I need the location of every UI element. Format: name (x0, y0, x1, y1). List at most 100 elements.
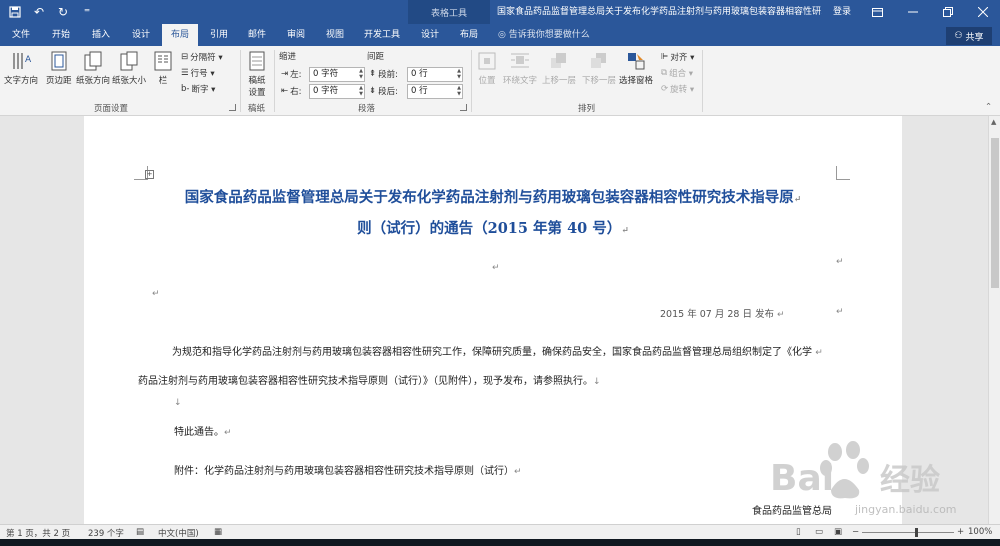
draft-paper-label: 稿纸 (248, 76, 266, 86)
text-direction-button[interactable]: A 文字方向 (4, 50, 38, 86)
spacing-after-input[interactable]: 0 行 ▲ ▼ (407, 84, 463, 99)
line-numbers-button[interactable]: ☰ 行号 ▾ (181, 67, 215, 79)
indent-right-input[interactable]: 0 字符 ▲ ▼ (309, 84, 365, 99)
group-separator (274, 50, 275, 112)
empty-paragraph[interactable]: ↵ (836, 306, 844, 317)
margins-button[interactable]: 页边距 (46, 50, 72, 86)
spacing-after-text: 段后: (378, 87, 398, 97)
macro-icon[interactable]: ▦ (214, 527, 222, 537)
paper-size-icon (120, 51, 138, 71)
web-layout-icon[interactable]: ▣ (834, 527, 842, 537)
spin-arrows-icon[interactable]: ▲ ▼ (359, 68, 363, 80)
group-objects-button[interactable]: ⧉ 组合 ▾ (661, 67, 693, 79)
minimize-icon[interactable] (895, 0, 930, 24)
align-button[interactable]: ⊫ 对齐 ▾ (661, 51, 694, 63)
customize-qat-icon[interactable]: ⁼ (78, 3, 96, 21)
indent-right-label: ⇤ 右: (281, 85, 302, 97)
tab-table-design[interactable]: 设计 (413, 24, 447, 46)
print-layout-icon[interactable]: ▭ (815, 527, 823, 537)
publish-date[interactable]: 2015 年 07 月 28 日 发布 ↵ (660, 306, 785, 320)
watermark-brand-cn: 经验 (880, 463, 940, 498)
spin-arrows-icon[interactable]: ▲ ▼ (457, 85, 461, 97)
vertical-scrollbar[interactable]: ▲ (988, 116, 1000, 524)
tab-home[interactable]: 开始 (44, 24, 78, 46)
paragraph-launcher-icon[interactable] (460, 104, 467, 111)
breaks-button[interactable]: ⊟ 分隔符 ▾ (181, 51, 223, 63)
rotate-button[interactable]: ⟳ 旋转 ▾ (661, 83, 694, 95)
lightbulb-icon: ◎ (498, 30, 506, 40)
share-button[interactable]: ⚇ 共享 (946, 27, 992, 45)
empty-paragraph[interactable]: ↵ (152, 288, 160, 299)
columns-label: 栏 (158, 76, 168, 86)
zoom-slider[interactable] (862, 532, 954, 533)
orientation-icon (84, 51, 102, 71)
proofing-icon[interactable]: ▤ (136, 527, 144, 537)
bring-forward-button[interactable]: 上移一层 (542, 50, 576, 86)
restore-icon[interactable] (930, 0, 965, 24)
tab-references[interactable]: 引用 (202, 24, 236, 46)
draft-paper-icon (249, 51, 265, 71)
page-setup-launcher-icon[interactable] (229, 104, 236, 111)
empty-paragraph[interactable]: ↵ (492, 262, 500, 273)
line-break[interactable]: ↓ (174, 397, 182, 408)
ribbon-display-options-icon[interactable] (860, 0, 895, 24)
crop-mark (836, 166, 850, 180)
group-label: 组合 ▾ (669, 69, 694, 79)
save-icon[interactable] (6, 3, 24, 21)
collapse-ribbon-icon[interactable]: ⌃ (985, 102, 992, 112)
empty-paragraph[interactable]: ↵ (836, 256, 844, 267)
columns-button[interactable]: 栏 (152, 50, 174, 86)
zoom-out-icon[interactable]: − (852, 527, 859, 537)
breaks-icon: ⊟ (181, 52, 189, 62)
ribbon-tab-row: 文件 开始 插入 设计 布局 引用 邮件 审阅 视图 开发工具 设计 布局 ◎ … (0, 24, 1000, 46)
tell-me-box[interactable]: ◎ 告诉我你想要做什么 (498, 24, 590, 46)
table-move-handle-icon[interactable]: + (145, 170, 154, 179)
scrollbar-thumb[interactable] (991, 138, 999, 288)
draft-paper-button[interactable]: 稿纸 设置 (246, 50, 268, 98)
notice-paragraph[interactable]: 特此通告。↵ (174, 423, 232, 438)
page-count[interactable]: 第 1 页，共 2 页 (6, 527, 70, 539)
zoom-in-icon[interactable]: + (957, 527, 964, 537)
zoom-level[interactable]: 100% (968, 527, 992, 537)
tab-view[interactable]: 视图 (318, 24, 352, 46)
read-mode-icon[interactable]: ▯ (796, 527, 801, 537)
tab-design[interactable]: 设计 (124, 24, 158, 46)
size-button[interactable]: 纸张大小 (112, 50, 146, 86)
wrap-text-button[interactable]: 环绕文字 (503, 50, 537, 86)
tab-layout[interactable]: 布局 (162, 24, 198, 46)
tab-insert[interactable]: 插入 (84, 24, 118, 46)
spin-arrows-icon[interactable]: ▲ ▼ (457, 68, 461, 80)
title-bar: ↶ ↻ ⁼ 表格工具 国家食品药品监督管理总局关于发布化学药品注射剂与药用玻璃包… (0, 0, 1000, 24)
orientation-label: 纸张方向 (76, 76, 111, 86)
login-link[interactable]: 登录 (833, 0, 851, 24)
indent-left-label: ⇥ 左: (281, 68, 302, 80)
page-setup-group-label: 页面设置 (94, 104, 129, 114)
selection-pane-button[interactable]: 选择窗格 (619, 50, 653, 86)
spin-arrows-icon[interactable]: ▲ ▼ (359, 85, 363, 97)
tab-developer[interactable]: 开发工具 (357, 24, 407, 46)
document-heading-line1[interactable]: 国家食品药品监督管理总局关于发布化学药品注射剂与药用玻璃包装容器相容性研究技术指… (84, 186, 902, 207)
document-heading-line2[interactable]: 则（试行）的通告（2015 年第 40 号）↵ (84, 217, 902, 238)
tab-review[interactable]: 审阅 (279, 24, 313, 46)
send-backward-button[interactable]: 下移一层 (582, 50, 616, 86)
attachment-paragraph[interactable]: 附件：化学药品注射剂与药用玻璃包装容器相容性研究技术指导原则（试行）↵ (174, 462, 522, 477)
close-icon[interactable] (965, 0, 1000, 24)
body-paragraph-line2[interactable]: 药品注射剂与药用玻璃包装容器相容性研究技术指导原则（试行）》（见附件），现予发布… (138, 372, 601, 387)
indent-left-input[interactable]: 0 字符 ▲ ▼ (309, 67, 365, 82)
redo-icon[interactable]: ↻ (54, 3, 72, 21)
undo-icon[interactable]: ↶ (30, 3, 48, 21)
hyphenation-button[interactable]: b- 断字 ▾ (181, 83, 215, 95)
ribbon: A 文字方向 页边距 纸张方向 纸张大小 栏 ⊟ 分隔符 ▾ ☰ 行号 ▾ b-… (0, 46, 1000, 116)
zoom-slider-thumb[interactable] (915, 528, 918, 537)
tab-table-layout[interactable]: 布局 (452, 24, 486, 46)
orientation-button[interactable]: 纸张方向 (76, 50, 110, 86)
word-count[interactable]: 239 个字 (88, 527, 124, 539)
tab-mailings[interactable]: 邮件 (240, 24, 274, 46)
position-button[interactable]: 位置 (476, 50, 498, 86)
spacing-before-input[interactable]: 0 行 ▲ ▼ (407, 67, 463, 82)
language[interactable]: 中文(中国) (158, 527, 199, 539)
scroll-up-icon[interactable]: ▲ (991, 118, 996, 126)
tab-file[interactable]: 文件 (4, 24, 38, 46)
body-paragraph-line1[interactable]: 为规范和指导化学药品注射剂与药用玻璃包装容器相容性研究工作，保障研究质量，确保药… (172, 343, 823, 358)
spacing-before-text: 段前: (378, 70, 398, 80)
